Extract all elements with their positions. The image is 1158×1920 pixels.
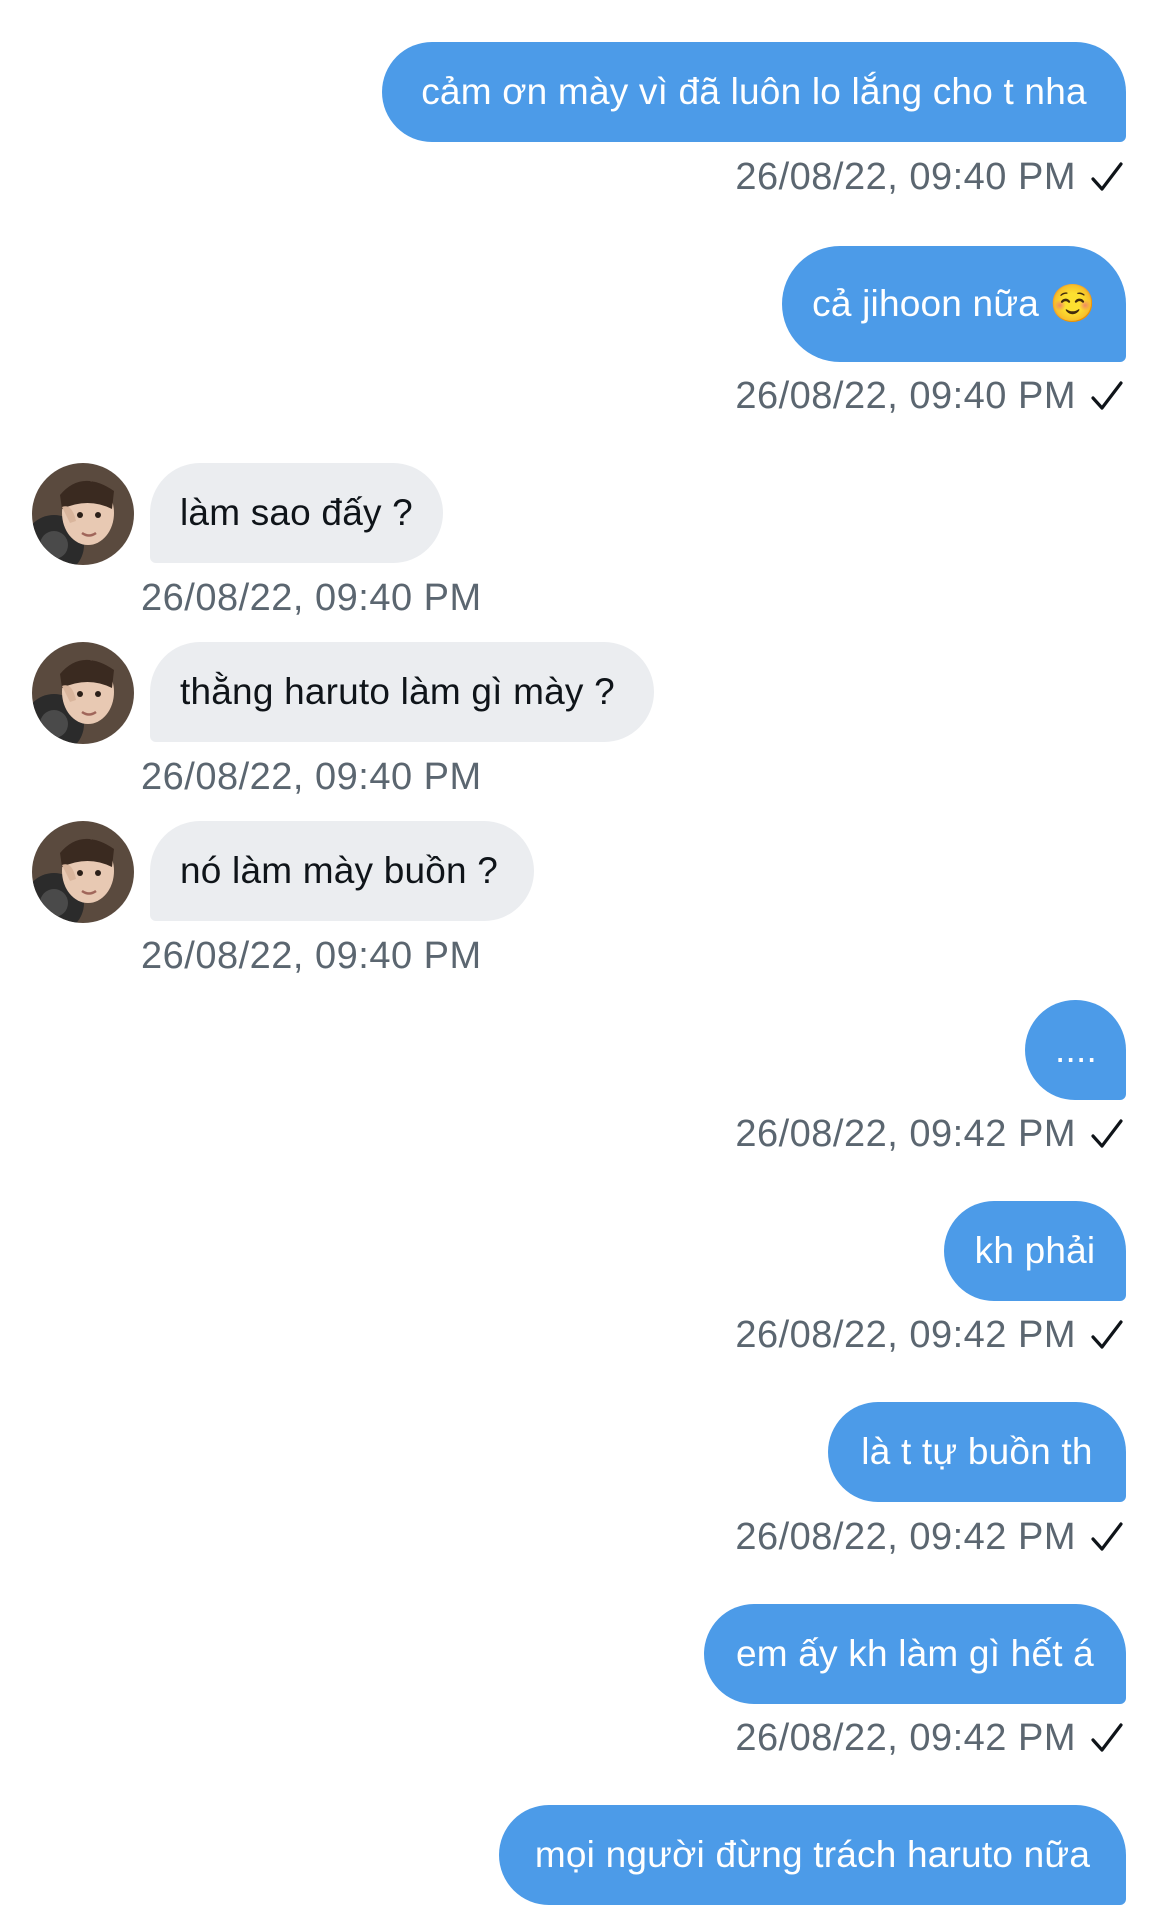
message-bubble-incoming[interactable]: thằng haruto làm gì mày ? — [150, 642, 654, 742]
message-bubble-incoming[interactable]: làm sao đấy ? — [150, 463, 443, 563]
message-bubble-outgoing[interactable]: cả jihoon nữa ☺️ — [782, 246, 1126, 362]
message-bubble-incoming[interactable]: nó làm mày buồn ? — [150, 821, 534, 921]
message-bubble-outgoing[interactable]: em ấy kh làm gì hết á — [704, 1604, 1126, 1704]
message-bubble-outgoing[interactable]: kh phải — [944, 1201, 1126, 1301]
check-icon — [1091, 1320, 1123, 1349]
avatar-photo-icon — [32, 642, 134, 744]
message-bubble-outgoing[interactable]: cảm ơn mày vì đã luôn lo lắng cho t nha — [382, 42, 1126, 142]
message-timestamp: 26/08/22, 09:40 PM — [141, 577, 482, 619]
message-bubble-outgoing[interactable]: mọi người đừng trách haruto nữa — [499, 1805, 1126, 1905]
avatar[interactable] — [32, 821, 134, 923]
message-timestamp: 26/08/22, 09:42 PM — [735, 1717, 1076, 1759]
message-bubble-outgoing[interactable]: .... — [1025, 1000, 1126, 1100]
message-timestamp: 26/08/22, 09:40 PM — [141, 756, 482, 798]
avatar-photo-icon — [32, 821, 134, 923]
message-timestamp: 26/08/22, 09:40 PM — [735, 156, 1076, 198]
message-timestamp: 26/08/22, 09:42 PM — [735, 1314, 1076, 1356]
message-timestamp: 26/08/22, 09:42 PM — [735, 1113, 1076, 1155]
check-icon — [1091, 162, 1123, 191]
message-timestamp: 26/08/22, 09:40 PM — [735, 375, 1076, 417]
check-icon — [1091, 1522, 1123, 1551]
check-icon — [1091, 1119, 1123, 1148]
avatar[interactable] — [32, 463, 134, 565]
message-bubble-outgoing[interactable]: là t tự buồn th — [828, 1402, 1126, 1502]
check-icon — [1091, 381, 1123, 410]
avatar[interactable] — [32, 642, 134, 744]
message-timestamp: 26/08/22, 09:42 PM — [735, 1516, 1076, 1558]
avatar-photo-icon — [32, 463, 134, 565]
message-timestamp: 26/08/22, 09:40 PM — [141, 935, 482, 977]
message-text: cả jihoon nữa ☺️ — [812, 283, 1096, 324]
check-icon — [1091, 1723, 1123, 1752]
